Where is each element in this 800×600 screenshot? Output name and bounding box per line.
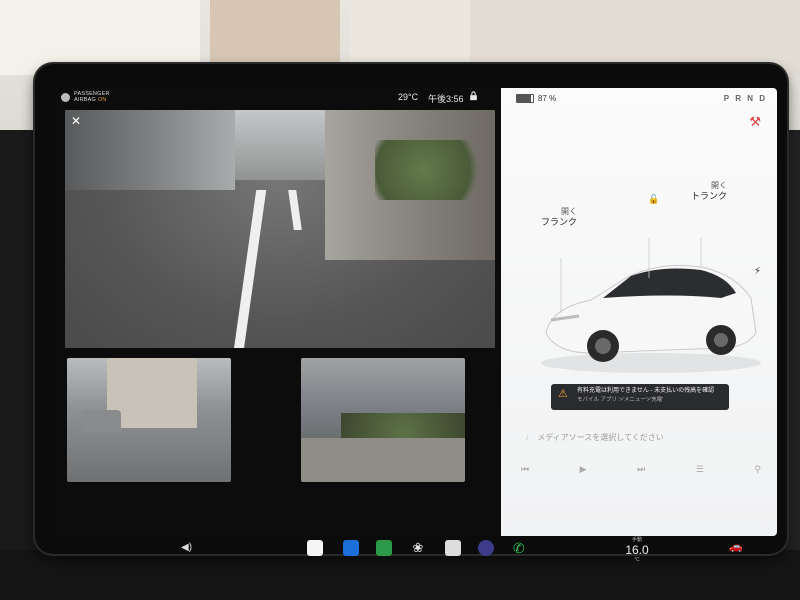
bluetooth-icon[interactable] [343,540,359,556]
card-app-icon[interactable] [307,540,323,556]
battery-fill [517,95,531,102]
frunk-label: フランク [541,217,578,227]
battery-indicator: 87 % [516,94,556,103]
close-camera-button[interactable]: ✕ [71,114,81,128]
car-settings-icon[interactable]: 🚗 [729,540,743,553]
trunk-label: トランク [691,191,728,201]
frunk-open-button[interactable]: 開く フランク [541,206,577,228]
camera-app-icon[interactable] [478,540,494,556]
gear-selector: P R N D [723,94,767,103]
airbag-state: ON [97,97,107,103]
media-source-prompt[interactable]: ♪ メディアソースを選択してください [525,432,664,443]
airbag-icon [61,92,70,102]
media-source-text: メディアソースを選択してください [537,433,664,442]
camera-building-left [65,110,235,190]
phone-icon[interactable]: ✆ [513,540,529,556]
energy-app-icon[interactable] [376,540,392,556]
trunk-open-button[interactable]: 開く トランク [691,180,727,202]
lock-icon[interactable] [469,91,478,101]
left-repeater-camera-view[interactable] [67,358,231,482]
frunk-action: 開く [561,207,578,216]
warning-title: 有料充電は利用できません - 未支払いの残高を確認 [577,388,715,394]
climate-mode: 手動 [631,537,642,543]
rear-camera-view[interactable]: ✕ [65,110,495,348]
airbag-indicator: PASSENGER AIRBAG ON [61,91,110,103]
airbag-label-bottom: AIRBAG [74,97,96,103]
unlock-icon[interactable]: 🔓 [648,194,659,205]
music-note-icon: ♪ [525,433,529,442]
right-repeater-camera-view[interactable] [301,358,465,482]
touchscreen-bezel: PASSENGER AIRBAG ON 29°C 午後3:56 ✕ 87 % P… [35,64,787,563]
battery-icon [516,94,534,103]
apps-launcher-icon[interactable] [445,540,461,556]
driver-icon: ⚒ [749,114,761,129]
clock: 午後3:56 [428,94,464,104]
climate-unit: °C [634,557,640,563]
play-icon[interactable]: ▶ [580,464,587,475]
climate-control[interactable]: 手動 16.0 °C [617,536,657,563]
vehicle-panel: 87 % P R N D ⚒ 開く フランク 開く トランク 🔓 ⚡ ⚠ 有料充… [501,88,777,536]
media-controls: ⏮ ▶ ⏭ ☰ ⚲ [521,464,761,475]
status-bar: PASSENGER AIRBAG ON 29°C 午後3:56 [53,88,493,106]
trunk-action: 開く [711,181,728,190]
taskbar: ◀) ❀ ✆ 手動 16.0 °C 🚗 [53,536,777,566]
climate-temperature: 16.0 [625,543,649,557]
touchscreen: PASSENGER AIRBAG ON 29°C 午後3:56 ✕ 87 % P… [53,88,777,536]
next-track-icon[interactable]: ⏭ [637,464,645,475]
volume-button[interactable]: ◀) [181,542,192,553]
search-icon[interactable]: ⚲ [754,464,761,475]
camera-parked-car [81,410,121,432]
equalizer-icon[interactable]: ☰ [696,464,704,475]
battery-percent: 87 % [538,94,557,103]
vehicle-model-image[interactable] [531,238,761,378]
fan-icon[interactable]: ❀ [410,540,426,556]
camera-wall [301,438,465,482]
warning-icon: ⚠ [558,388,568,400]
warning-subtitle: モバイル アプリ '>'メニュー'>'充電' [577,397,664,403]
camera-hedge [375,140,495,200]
charging-warning-banner[interactable]: ⚠ 有料充電は利用できません - 未支払いの残高を確認 モバイル アプリ '>'… [551,384,729,410]
outside-temperature: 29°C [398,92,419,102]
previous-track-icon[interactable]: ⏮ [521,464,529,475]
